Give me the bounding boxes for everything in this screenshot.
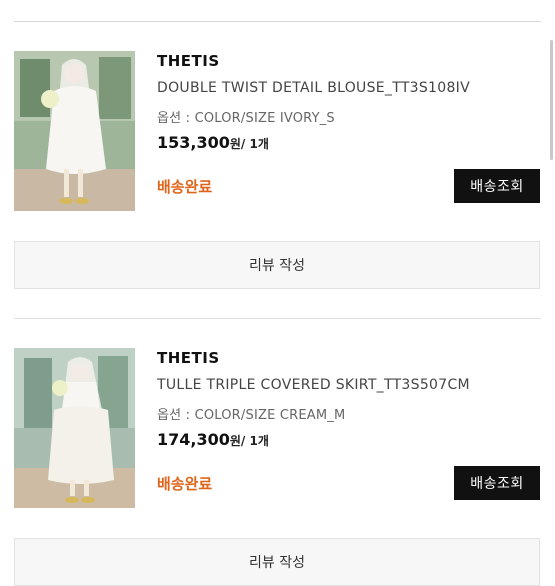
previous-item-edge (0, 0, 555, 22)
write-review-button[interactable]: 리뷰 작성 (14, 538, 540, 586)
scrollbar[interactable] (550, 40, 553, 160)
product-option: 옵션 : COLOR/SIZE IVORY_S (157, 111, 335, 126)
product-photo-icon (14, 348, 135, 508)
product-price: 174,300원/ 1개 (157, 430, 269, 449)
product-option: 옵션 : COLOR/SIZE CREAM_M (157, 408, 346, 423)
product-brand: THETIS (157, 52, 220, 70)
track-delivery-button[interactable]: 배송조회 (454, 466, 540, 500)
track-delivery-button[interactable]: 배송조회 (454, 169, 540, 203)
price-value: 153,300 (157, 133, 230, 152)
top-divider (14, 21, 541, 22)
delivery-status: 배송완료 (157, 475, 213, 493)
product-thumbnail[interactable] (14, 51, 135, 211)
write-review-button[interactable]: 리뷰 작성 (14, 241, 540, 289)
product-thumbnail[interactable] (14, 348, 135, 508)
section-divider (14, 318, 541, 319)
product-name[interactable]: DOUBLE TWIST DETAIL BLOUSE_TT3S108IV (157, 80, 470, 96)
product-brand: THETIS (157, 349, 220, 367)
price-unit: 원/ 1개 (229, 434, 269, 448)
price-unit: 원/ 1개 (229, 137, 269, 151)
price-value: 174,300 (157, 430, 230, 449)
delivery-status: 배송완료 (157, 178, 213, 196)
product-price: 153,300원/ 1개 (157, 133, 269, 152)
product-name[interactable]: TULLE TRIPLE COVERED SKIRT_TT3S507CM (157, 377, 470, 393)
product-photo-icon (14, 51, 135, 211)
